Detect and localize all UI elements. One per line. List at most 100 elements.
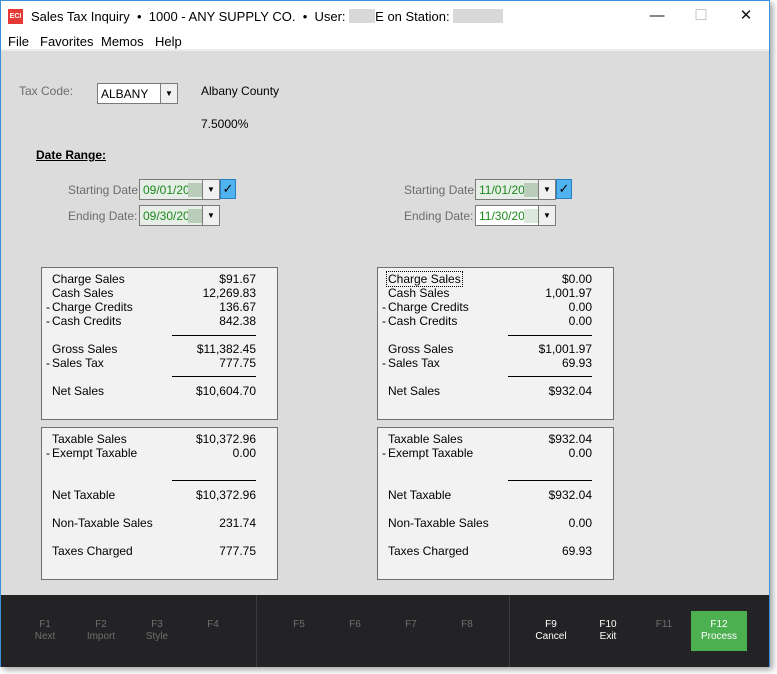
row-value: 842.38: [219, 314, 256, 328]
left-starting-date-checkbox[interactable]: ✓: [220, 179, 236, 199]
summary-row: Net Taxable $932.04: [378, 488, 613, 502]
sales-tax-inquiry-window: ECI Sales Tax Inquiry • 1000 - ANY SUPPL…: [0, 0, 770, 667]
function-key-f3[interactable]: F3 Style: [129, 619, 185, 643]
title-bar: ECI Sales Tax Inquiry • 1000 - ANY SUPPL…: [1, 1, 769, 31]
left-sales-panel: Charge Sales $91.67 Cash Sales 12,269.83- Ch…: [41, 267, 278, 420]
subtotal-rule: [508, 335, 592, 336]
function-key-f9[interactable]: F9 Cancel: [523, 619, 579, 643]
row-value: 69.93: [561, 356, 592, 370]
function-key-label: Cancel: [535, 631, 567, 642]
minimize-button[interactable]: —: [637, 5, 677, 27]
right-taxable-panel: Taxable Sales $932.04- Exempt Taxable 0.00 N…: [377, 427, 614, 580]
function-key-f4[interactable]: F4: [185, 619, 241, 631]
summary-row: - Sales Tax 777.75: [42, 356, 277, 370]
function-key-code: F4: [207, 619, 219, 630]
function-key-f7[interactable]: F7: [383, 619, 439, 631]
row-value: $11,382.45: [196, 342, 256, 356]
row-value: 0.00: [232, 446, 256, 460]
tax-code-select[interactable]: ALBANY ▼: [97, 83, 178, 104]
left-ending-date-label: Ending Date:: [68, 209, 138, 223]
summary-row: Gross Sales $11,382.45: [42, 342, 277, 356]
subtotal-rule: [508, 480, 592, 481]
chevron-down-icon[interactable]: ▼: [538, 206, 555, 225]
row-value: 0.00: [568, 314, 592, 328]
function-key-code: F2: [95, 619, 107, 630]
function-key-f2[interactable]: F2 Import: [73, 619, 129, 643]
row-label: Net Sales: [52, 384, 105, 398]
menu-file[interactable]: File: [8, 34, 29, 49]
right-starting-date-checkbox[interactable]: ✓: [556, 179, 572, 199]
subtotal-rule: [172, 335, 256, 336]
function-key-label: Exit: [599, 631, 617, 642]
row-prefix: -: [46, 356, 50, 370]
function-key-f8[interactable]: F8: [439, 619, 495, 631]
row-prefix: -: [46, 446, 50, 460]
row-label: Charge Credits: [52, 300, 133, 314]
tax-code-label: Tax Code:: [19, 84, 74, 98]
row-value: 0.00: [568, 516, 592, 530]
left-starting-date-picker[interactable]: 09/01/20 ▼: [139, 179, 220, 200]
window-title: Sales Tax Inquiry • 1000 - ANY SUPPLY CO…: [31, 9, 504, 24]
row-label: Net Taxable: [388, 488, 452, 502]
row-value: $1,001.97: [538, 342, 592, 356]
check-icon: ✓: [558, 181, 570, 196]
right-starting-date-picker[interactable]: 11/01/20 ▼: [475, 179, 556, 200]
function-key-f1[interactable]: F1 Next: [17, 619, 73, 643]
tax-rate: 7.5000%: [201, 117, 249, 131]
function-key-code: F1: [39, 619, 51, 630]
summary-row: - Charge Credits 136.67: [42, 300, 277, 314]
row-label: Charge Sales: [52, 272, 125, 286]
function-key-label: Next: [34, 631, 56, 642]
close-button[interactable]: ✕: [726, 5, 766, 27]
summary-row: Net Sales $932.04: [378, 384, 613, 398]
row-label: Taxable Sales: [52, 432, 127, 446]
row-value: 231.74: [219, 516, 256, 530]
chevron-down-icon[interactable]: ▼: [538, 180, 555, 199]
row-value: $10,604.70: [195, 384, 256, 398]
function-key-code: F5: [293, 619, 305, 630]
row-value: $932.04: [548, 432, 592, 446]
row-label: Cash Sales: [52, 286, 114, 300]
row-label: Cash Sales: [388, 286, 450, 300]
row-value: 136.67: [219, 300, 256, 314]
row-label: Non-Taxable Sales: [52, 516, 153, 530]
chevron-down-icon[interactable]: ▼: [160, 84, 177, 103]
function-key-f6[interactable]: F6: [327, 619, 383, 631]
subtotal-rule: [172, 480, 256, 481]
right-starting-date-label: Starting Date:: [404, 183, 478, 197]
right-ending-date-picker[interactable]: 11/30/20 ▼: [475, 205, 556, 226]
function-key-f5[interactable]: F5: [271, 619, 327, 631]
menu-favorites[interactable]: Favorites: [40, 34, 93, 49]
row-prefix: -: [382, 300, 386, 314]
summary-row: - Cash Credits 0.00: [378, 314, 613, 328]
tax-description: Albany County: [201, 84, 280, 98]
menu-memos[interactable]: Memos: [101, 34, 144, 49]
right-sales-panel: Charge Sales $0.00 Cash Sales 1,001.97- Char…: [377, 267, 614, 420]
divider: [256, 595, 257, 667]
summary-row: Taxes Charged 69.93: [378, 544, 613, 558]
menu-help[interactable]: Help: [155, 34, 182, 49]
row-label: Exempt Taxable: [388, 446, 474, 460]
summary-row: Non-Taxable Sales 0.00: [378, 516, 613, 530]
function-key-code: F7: [405, 619, 417, 630]
chevron-down-icon[interactable]: ▼: [202, 206, 219, 225]
summary-row: Taxable Sales $932.04: [378, 432, 613, 446]
row-label: Gross Sales: [52, 342, 118, 356]
function-key-f10[interactable]: F10 Exit: [580, 619, 636, 643]
chevron-down-icon[interactable]: ▼: [202, 180, 219, 199]
maximize-button[interactable]: ☐: [681, 5, 721, 27]
left-taxable-panel: Taxable Sales $10,372.96 - Exempt Taxable 0.…: [41, 427, 278, 580]
function-key-f11[interactable]: F11: [636, 619, 692, 631]
function-key-bar: F1 Next F2 Import F3 Style F4 F5 F6 F7 F8 F9 Cancel F…: [1, 595, 769, 667]
row-value: 777.75: [219, 544, 256, 558]
function-key-code: F11: [655, 619, 673, 630]
row-value: 69.93: [561, 544, 592, 558]
summary-row: Net Sales $10,604.70: [42, 384, 277, 398]
row-value: $91.67: [219, 272, 256, 286]
divider: [509, 595, 510, 667]
function-key-f12[interactable]: F12 Process: [691, 611, 747, 651]
summary-row: Non-Taxable Sales 231.74: [42, 516, 277, 530]
summary-row: Charge Sales $0.00: [378, 271, 613, 287]
left-ending-date-picker[interactable]: 09/30/20 ▼: [139, 205, 220, 226]
function-key-label: Process: [700, 631, 738, 642]
